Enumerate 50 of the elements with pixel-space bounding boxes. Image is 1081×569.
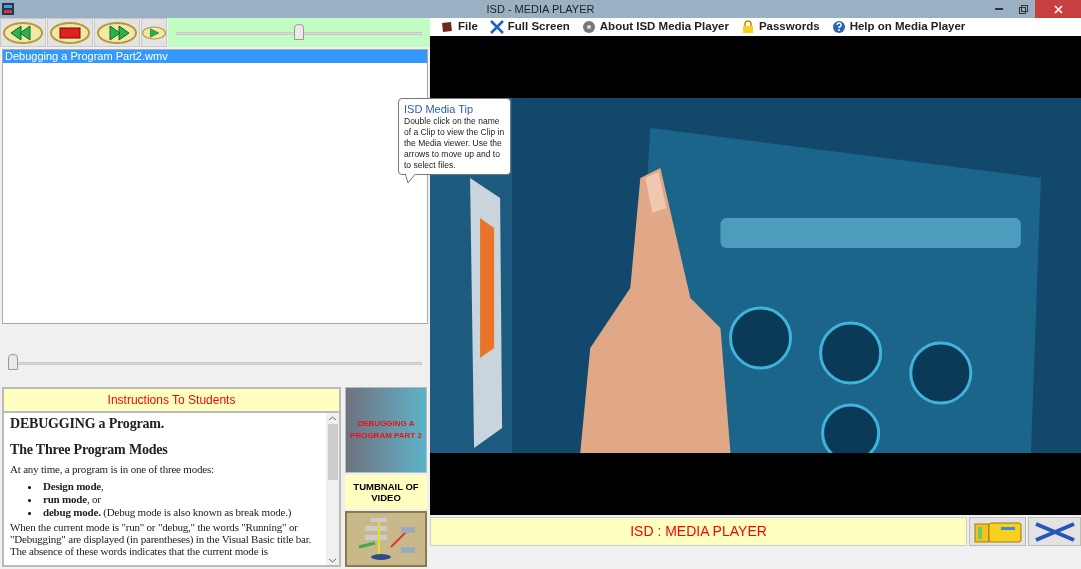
volume-slider[interactable]: [176, 22, 422, 42]
bullet-icon: [28, 512, 31, 515]
scrollbar[interactable]: [326, 413, 339, 565]
menu-item[interactable]: About ISD Media Player: [581, 18, 729, 36]
scroll-down-icon: [329, 558, 336, 563]
stop-icon: [50, 20, 90, 45]
list-item: Design mode,: [43, 480, 104, 493]
diagram-thumbnail[interactable]: [345, 511, 427, 567]
slider-thumb[interactable]: [8, 354, 18, 370]
exit-button[interactable]: [1028, 517, 1081, 546]
restore-icon: [1018, 4, 1028, 14]
menu-item[interactable]: Passwords: [740, 18, 820, 36]
slider-thumb[interactable]: [294, 24, 304, 40]
list-item: debug mode. (Debug mode is also known as break mode.): [43, 506, 292, 519]
folder-icon: [972, 520, 1023, 543]
padlock-icon: [740, 20, 755, 34]
paragraph: At any time, a program is in one of three modes:: [10, 463, 215, 476]
toolbar-button[interactable]: [47, 18, 93, 47]
document-subheading: The Three Program Modes: [10, 441, 169, 459]
menu-item[interactable]: Full Screen: [489, 18, 570, 36]
close-button[interactable]: [1035, 0, 1081, 18]
toolbar-button[interactable]: [94, 18, 140, 47]
paragraph: When the current mode is "run" or "debug," the words "Running" or "Debugging" are displayed (in parentheses) in the Visual Basic title bar. The absence of these words indicates that the current mode is: [10, 521, 313, 557]
status-title: ISD : MEDIA PLAYER: [430, 517, 967, 546]
thumbnail-caption: TUMBNAIL OF VIDEO: [345, 475, 427, 509]
minimize-icon: [995, 8, 1003, 10]
crossed-arrows-icon: [489, 20, 504, 34]
slide-title: DEBUGGING A PROGRAM PART 2: [349, 418, 423, 442]
list-item: run mode, or: [43, 493, 101, 506]
folder-button[interactable]: [969, 517, 1026, 546]
rewind-icon: [3, 20, 43, 45]
toolbar-button[interactable]: [141, 18, 167, 47]
window-title: ISD - MEDIA PLAYER: [486, 1, 595, 17]
crossed-arrows-icon: [1032, 521, 1077, 542]
film-reel-icon: [581, 20, 596, 34]
bullet-icon: [28, 486, 31, 489]
book-icon: [440, 20, 454, 34]
scroll-up-icon: [329, 416, 336, 421]
close-icon: [1053, 4, 1063, 14]
tooltip-text: Double click on the name of a Clip to view the Clip in the Media viewer. Use the arrows to move up and to to select files.: [404, 116, 505, 171]
position-slider[interactable]: [8, 352, 422, 372]
fast-forward-icon: [97, 20, 137, 45]
app-icon: [2, 3, 14, 15]
menu-item[interactable]: Help on Media Player: [831, 18, 966, 36]
instructions-header: Instructions To Students: [4, 389, 339, 413]
menu-item[interactable]: File: [440, 18, 478, 36]
toolbar-button[interactable]: [0, 18, 46, 47]
document-heading: DEBUGGING a Program.: [10, 415, 165, 433]
tooltip-title: ISD Media Tip: [404, 102, 475, 116]
bullet-icon: [28, 499, 31, 502]
